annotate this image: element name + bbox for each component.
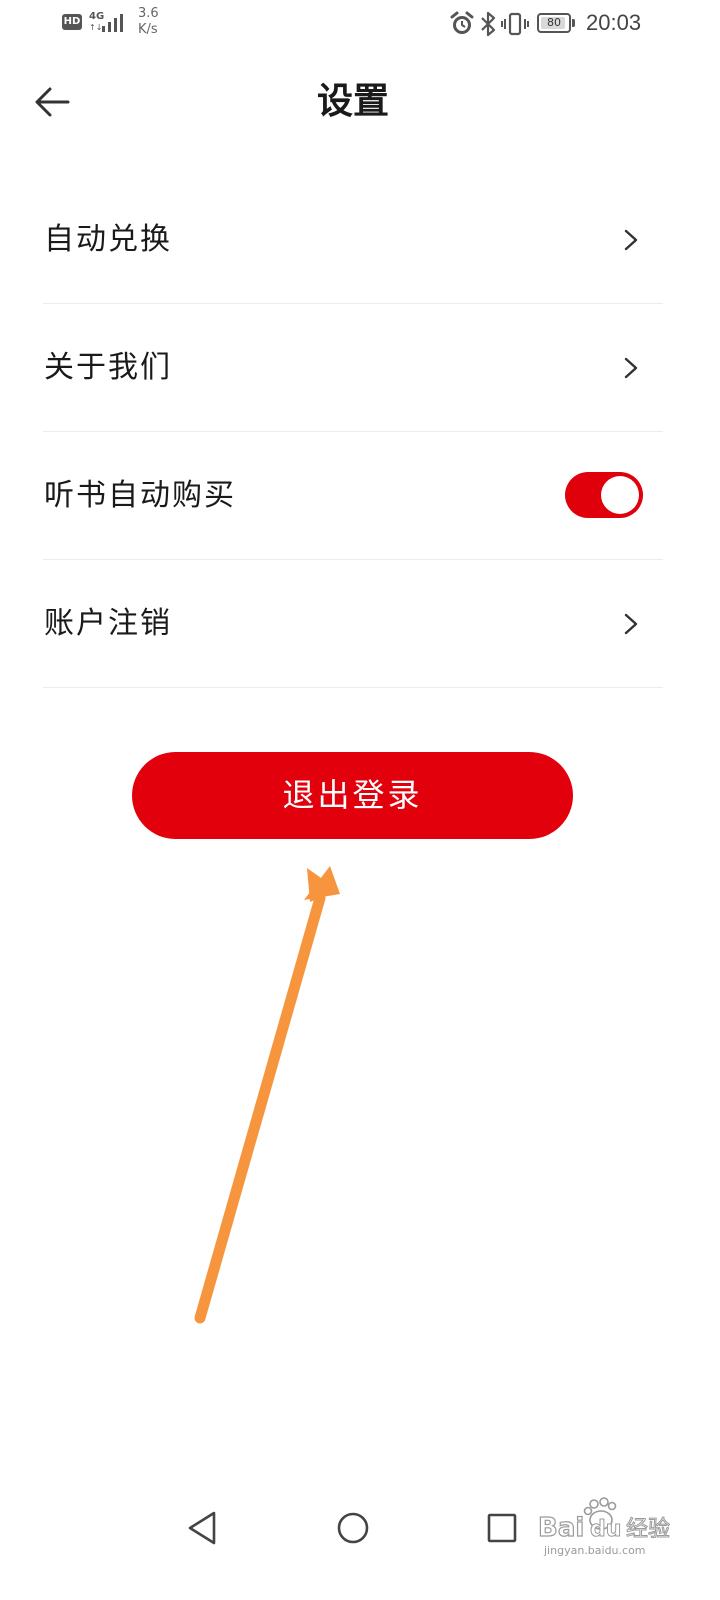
- baidu-watermark-logo: Bai du 经验 jingyan.baidu.com: [538, 1497, 671, 1557]
- network-speed-value: 3.6: [138, 6, 159, 21]
- triangle-back-icon: [188, 1511, 216, 1545]
- settings-item-label: 账户注销: [44, 606, 172, 641]
- settings-list: 自动兑换 关于我们 听书自动购买 账户注销: [43, 176, 663, 688]
- battery-nub: [572, 19, 575, 27]
- toggle-knob: [601, 476, 639, 514]
- nav-recents-button[interactable]: [484, 1508, 520, 1548]
- svg-text:du: du: [590, 1517, 621, 1542]
- settings-item-label: 关于我们: [44, 350, 172, 385]
- clock: 20:03: [586, 10, 642, 35]
- auto-purchase-toggle[interactable]: [565, 472, 643, 518]
- settings-item-auto-exchange[interactable]: 自动兑换: [43, 176, 663, 304]
- circle-home-icon: [337, 1512, 369, 1544]
- vibrate-icon: [501, 12, 529, 36]
- settings-item-audiobook-auto-purchase: 听书自动购买: [43, 432, 663, 560]
- network-speed: 3.6 K/s: [138, 6, 159, 38]
- settings-item-about-us[interactable]: 关于我们: [43, 304, 663, 432]
- network-speed-unit: K/s: [138, 22, 158, 37]
- alarm-icon: [450, 11, 474, 34]
- page-title: 设置: [316, 80, 389, 122]
- nav-back-button[interactable]: [184, 1508, 220, 1548]
- hd-indicator: HD: [62, 14, 82, 30]
- settings-item-label: 自动兑换: [44, 222, 172, 257]
- settings-item-account-deletion[interactable]: 账户注销: [43, 560, 663, 688]
- svg-text:Bai: Bai: [538, 1513, 584, 1543]
- chevron-right-icon: [624, 613, 638, 635]
- svg-text:经验: 经验: [626, 1517, 670, 1542]
- square-recents-icon: [487, 1513, 517, 1543]
- annotation-arrow: [194, 866, 340, 1324]
- signal-strength-icon: [102, 14, 123, 32]
- logout-button[interactable]: 退出登录: [132, 752, 573, 839]
- battery-level: 80: [547, 16, 561, 29]
- status-bar: HD 4G ↑↓ 3.6 K/s 80 20:03: [0, 0, 720, 48]
- battery-icon: 80: [537, 13, 571, 33]
- bluetooth-icon: [481, 11, 496, 37]
- chevron-right-icon: [624, 229, 638, 251]
- nav-home-button[interactable]: [334, 1508, 372, 1548]
- settings-item-label: 听书自动购买: [44, 478, 236, 513]
- chevron-right-icon: [624, 357, 638, 379]
- svg-text:jingyan.baidu.com: jingyan.baidu.com: [543, 1544, 646, 1557]
